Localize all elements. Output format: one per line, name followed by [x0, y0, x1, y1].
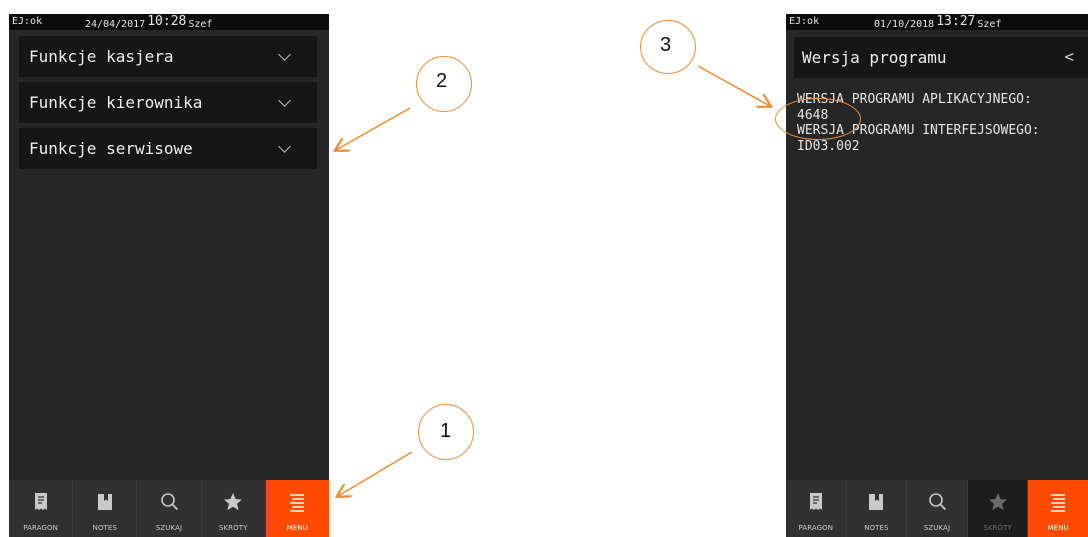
- search-icon: [161, 493, 179, 511]
- nav-skroty-button[interactable]: SKRÓTY: [967, 480, 1029, 537]
- nav-label: NOTES: [92, 524, 117, 532]
- right-device-screen: EJ:ok 01/10/2018 13:27 Szef Wersja program…: [786, 14, 1088, 537]
- status-date: 01/10/2018: [874, 19, 935, 30]
- menu-item-label: Funkcje kasjera: [29, 47, 174, 66]
- status-time: 10:28: [147, 14, 187, 29]
- menu-item-funkcje-kierownika[interactable]: Funkcje kierownika: [19, 82, 317, 123]
- status-user: Szef: [977, 19, 1002, 30]
- nav-paragon-button[interactable]: PARAGON: [9, 480, 74, 537]
- chevron-down-icon: [278, 140, 291, 153]
- menu-item-label: Funkcje kierownika: [29, 93, 203, 112]
- chevron-down-icon: [278, 94, 291, 107]
- star-icon: [988, 493, 1007, 511]
- callout-number-3: 3: [660, 34, 672, 56]
- menu-item-funkcje-serwisowe[interactable]: Funkcje serwisowe: [19, 128, 317, 169]
- callout-number-1: 1: [440, 420, 452, 442]
- ej-status: EJ:ok: [789, 16, 820, 27]
- nav-label: SZUKAJ: [923, 524, 951, 532]
- receipt-icon: [34, 493, 47, 510]
- version-highlight-ellipse: [775, 98, 861, 140]
- ej-status: EJ:ok: [12, 16, 43, 27]
- status-date: 24/04/2017: [85, 19, 146, 30]
- nav-label: NOTES: [864, 524, 889, 532]
- nav-notes-button[interactable]: NOTES: [847, 480, 908, 537]
- bottom-nav: PARAGON NOTES SZUKAJ SKRÓTY MENU: [786, 480, 1088, 537]
- bookmark-icon: [97, 494, 112, 510]
- status-datetime: 01/10/2018 13:27 Szef: [874, 14, 1002, 31]
- nav-paragon-button[interactable]: PARAGON: [786, 480, 847, 537]
- menu-item-funkcje-kasjera[interactable]: Funkcje kasjera: [19, 36, 317, 77]
- nav-label: SKRÓTY: [983, 524, 1012, 532]
- left-device-screen: EJ:ok 24/04/2017 10:28 Szef Funkcje kasjer…: [9, 14, 329, 537]
- menu-icon: [290, 494, 305, 512]
- nav-label: MENU: [1047, 524, 1069, 532]
- search-icon: [929, 493, 947, 511]
- nav-szukaj-button[interactable]: SZUKAJ: [137, 480, 202, 537]
- nav-label: MENU: [286, 524, 309, 532]
- status-user: Szef: [188, 19, 213, 30]
- nav-notes-button[interactable]: NOTES: [73, 480, 138, 537]
- chevron-down-icon: [278, 48, 291, 61]
- arrow-1: [338, 451, 413, 496]
- callout-number-2: 2: [436, 70, 448, 92]
- arrow-2: [336, 107, 411, 150]
- status-bar: EJ:ok 24/04/2017 10:28 Szef: [9, 14, 329, 30]
- status-time: 13:27: [936, 14, 976, 29]
- screen-header: Wersja programu <: [794, 37, 1088, 78]
- status-bar: EJ:ok 01/10/2018 13:27 Szef: [786, 14, 1088, 30]
- nav-menu-button[interactable]: MENU: [265, 480, 329, 537]
- bottom-nav: PARAGON NOTES SZUKAJ SKRÓTY MENU: [9, 480, 329, 537]
- bookmark-icon: [869, 494, 884, 510]
- nav-label: SZUKAJ: [155, 524, 183, 532]
- info-line: ID03.002: [797, 138, 860, 154]
- menu-icon: [1051, 494, 1066, 512]
- arrow-3: [697, 65, 770, 106]
- nav-skroty-button[interactable]: SKRÓTY: [202, 480, 266, 537]
- back-button[interactable]: <: [1064, 47, 1074, 66]
- receipt-icon: [809, 493, 822, 510]
- star-icon: [224, 493, 243, 511]
- status-datetime: 24/04/2017 10:28 Szef: [85, 14, 213, 31]
- nav-szukaj-button[interactable]: SZUKAJ: [907, 480, 968, 537]
- nav-label: PARAGON: [23, 524, 58, 532]
- nav-label: PARAGON: [798, 524, 834, 532]
- nav-menu-button[interactable]: MENU: [1028, 480, 1088, 537]
- nav-label: SKRÓTY: [218, 524, 248, 532]
- page-title: Wersja programu: [802, 48, 947, 67]
- menu-item-label: Funkcje serwisowe: [29, 139, 193, 158]
